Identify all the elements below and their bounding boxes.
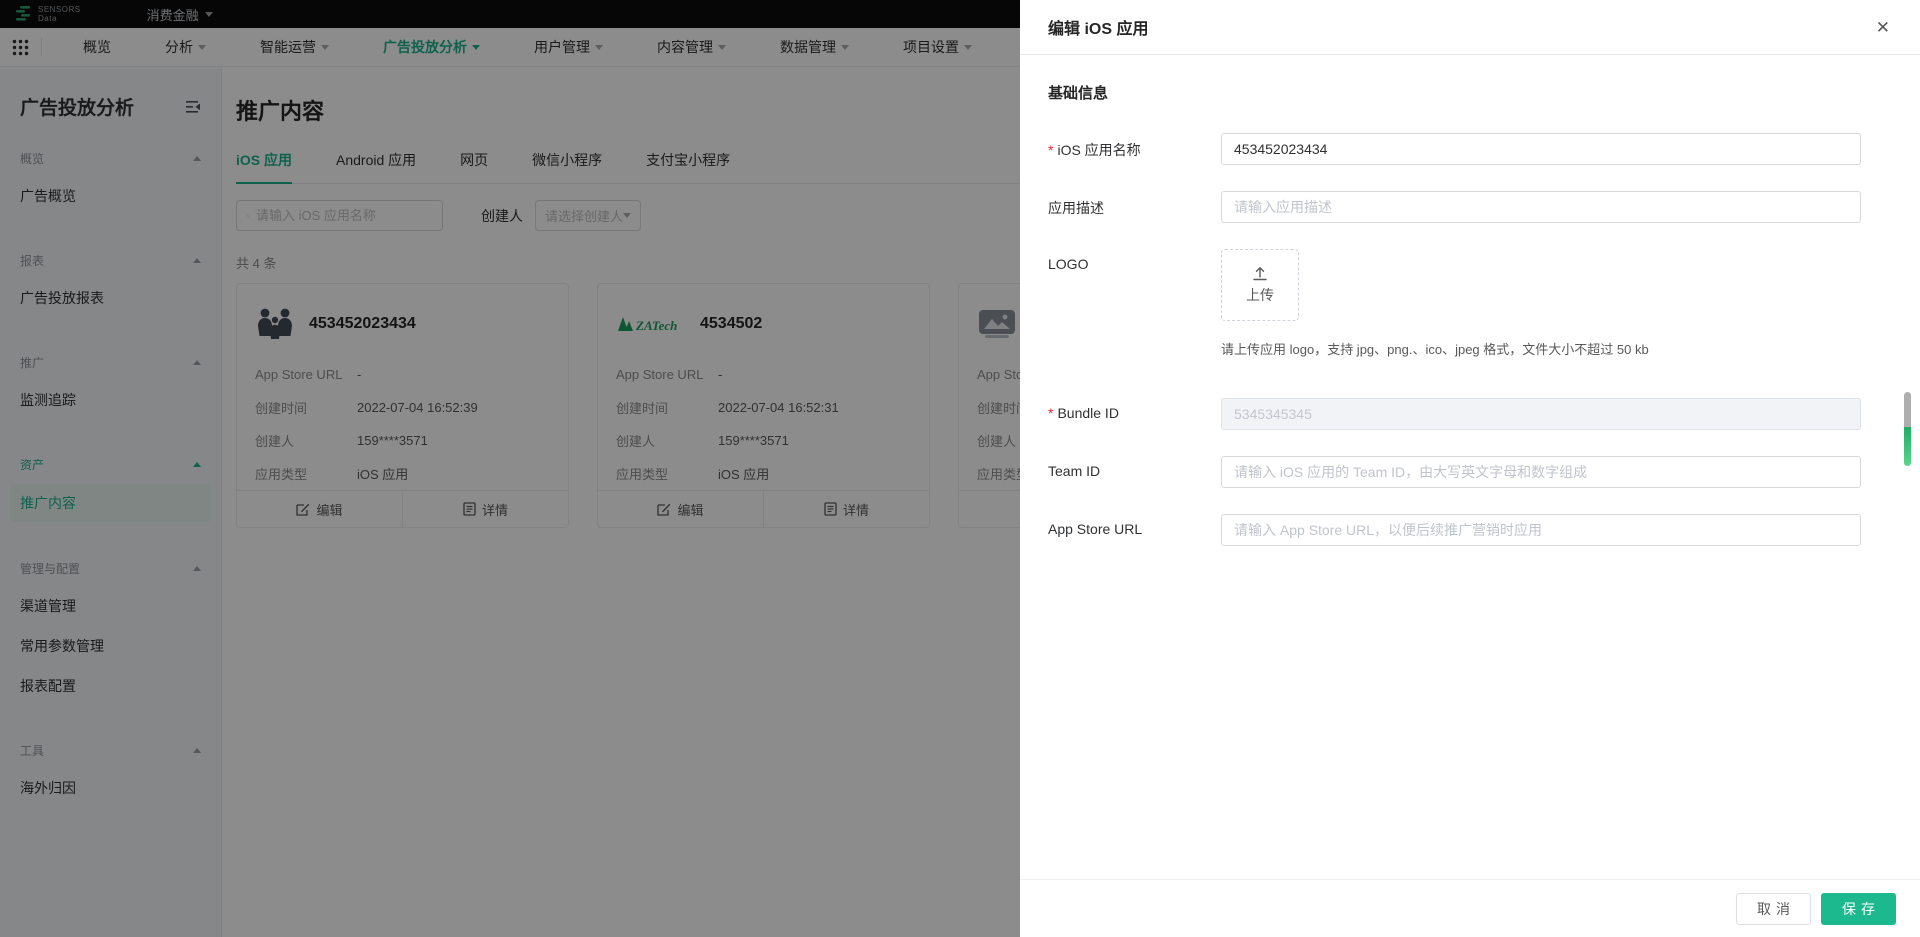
- drawer-footer: 取消 保存: [1020, 879, 1920, 937]
- logo-upload-hint: 请上传应用 logo，支持 jpg、png.、ico、jpeg 格式，文件大小不…: [1221, 342, 1649, 357]
- field-label: App Store URL: [1048, 521, 1143, 537]
- form-row-logo: LOGO 上传 请上传应用 logo，支持 jpg、png.、ico、jpeg …: [1048, 249, 1888, 358]
- scrollbar-thumb[interactable]: [1904, 427, 1911, 466]
- drawer-header: 编辑 iOS 应用 ✕: [1020, 0, 1920, 55]
- field-label: Bundle ID: [1057, 405, 1119, 421]
- save-button[interactable]: 保存: [1821, 892, 1896, 925]
- cancel-button[interactable]: 取消: [1736, 892, 1811, 925]
- team-id-input[interactable]: [1221, 456, 1861, 488]
- field-label: 应用描述: [1048, 200, 1104, 216]
- form-row-description: 应用描述: [1048, 191, 1888, 223]
- scrollbar-track: [1904, 392, 1911, 427]
- upload-label: 上传: [1246, 286, 1274, 303]
- upload-icon: [1253, 266, 1267, 280]
- drawer-body: 基础信息 *iOS 应用名称 应用描述 LOGO 上传: [1020, 55, 1920, 879]
- description-input[interactable]: [1221, 191, 1861, 223]
- scrollbar: [1904, 392, 1911, 466]
- app-store-url-input[interactable]: [1221, 514, 1861, 546]
- field-label: iOS 应用名称: [1057, 142, 1141, 158]
- required-mark: *: [1048, 405, 1054, 421]
- close-icon[interactable]: ✕: [1876, 19, 1890, 36]
- form-row-team-id: Team ID: [1048, 456, 1888, 488]
- bundle-id-input: [1221, 398, 1861, 430]
- edit-ios-app-drawer: 编辑 iOS 应用 ✕ 基础信息 *iOS 应用名称 应用描述 LOGO: [1020, 0, 1920, 937]
- form-row-bundle-id: * Bundle ID: [1048, 398, 1888, 430]
- required-mark: *: [1048, 142, 1054, 158]
- form-row-app-name: * iOS 应用名称: [1048, 133, 1888, 165]
- field-label: LOGO: [1048, 256, 1089, 272]
- section-title: 基础信息: [1048, 85, 1109, 102]
- screen: SENSORS Data 消费金融 概览 分析 智能运营 广告投放分析 用户管理…: [0, 0, 1920, 937]
- drawer-title: 编辑 iOS 应用: [1048, 21, 1149, 38]
- field-label: Team ID: [1048, 463, 1101, 479]
- app-name-input[interactable]: [1221, 133, 1861, 165]
- form-row-app-store-url: App Store URL: [1048, 514, 1888, 546]
- logo-upload-button[interactable]: 上传: [1221, 249, 1299, 321]
